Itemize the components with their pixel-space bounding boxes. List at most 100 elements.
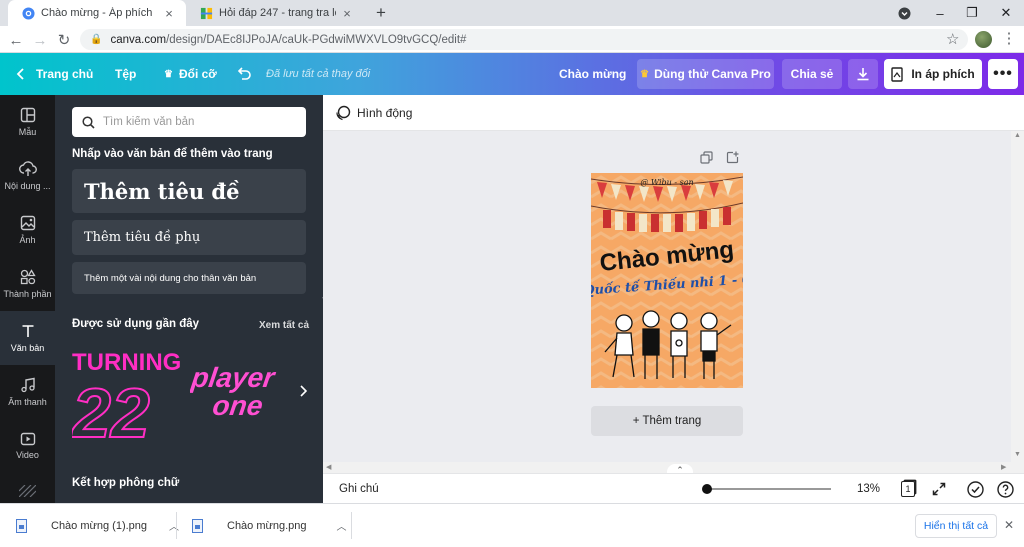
sidebar-item-photos[interactable]: Ảnh xyxy=(0,203,55,257)
sidebar-item-label: Ảnh xyxy=(19,235,36,245)
fullscreen-icon xyxy=(932,482,946,496)
close-tab-icon[interactable]: × xyxy=(340,6,354,21)
add-heading-button[interactable]: Thêm tiêu đề xyxy=(72,169,306,213)
page-count-button[interactable]: 1 xyxy=(901,474,915,504)
show-all-downloads-button[interactable]: Hiển thị tất cả xyxy=(915,514,997,538)
recent-style-line: TURNING xyxy=(72,349,181,376)
print-poster-button[interactable]: In áp phích xyxy=(884,59,982,89)
share-button[interactable]: Chia sẻ xyxy=(782,59,842,89)
chevron-up-icon[interactable]: ︿ xyxy=(337,518,347,533)
notes-button[interactable]: Ghi chú xyxy=(339,474,379,504)
see-all-link[interactable]: Xem tất cả xyxy=(259,320,309,331)
tab-title: Chào mừng - Áp phích xyxy=(41,7,153,19)
scroll-left-icon[interactable]: ◀ xyxy=(326,463,331,471)
sidebar-item-label: Văn bản xyxy=(10,343,45,353)
search-box[interactable] xyxy=(72,107,306,137)
poster-page[interactable]: @ Wibu - san Chào mừng Quốc tế Thiếu nhi… xyxy=(591,173,743,388)
try-pro-button[interactable]: ♛ Dùng thử Canva Pro xyxy=(637,59,774,89)
minimize-button[interactable]: – xyxy=(924,0,956,26)
scroll-right-icon[interactable]: ▶ xyxy=(1001,463,1006,471)
add-body-text-button[interactable]: Thêm một vài nội dung cho thân văn bản xyxy=(72,262,306,294)
scroll-up-icon[interactable]: ▲ xyxy=(1014,132,1021,139)
browser-tab-hoidap[interactable]: Hỏi đáp 247 - trang tra loi × xyxy=(186,0,364,26)
close-tab-icon[interactable]: × xyxy=(162,6,176,21)
vertical-scrollbar[interactable]: ▲ ▼ xyxy=(1011,131,1024,473)
resize-button[interactable]: ♛ Đổi cỡ xyxy=(164,53,217,95)
add-subheading-button[interactable]: Thêm tiêu đề phụ xyxy=(72,220,306,255)
forward-arrow-icon[interactable]: → xyxy=(30,30,50,50)
duplicate-page-icon[interactable] xyxy=(700,151,713,164)
sidebar-item-uploads[interactable]: Nội dung ... xyxy=(0,149,55,203)
back-arrow-icon[interactable]: ← xyxy=(6,30,26,50)
check-button[interactable] xyxy=(967,474,984,504)
close-download-shelf-icon[interactable]: ✕ xyxy=(1004,518,1014,532)
design-title[interactable]: Chào mừng xyxy=(559,53,626,95)
zoom-percent[interactable]: 13% xyxy=(857,474,880,504)
browser-menu-icon[interactable]: ⋮ xyxy=(1000,29,1018,47)
download-button[interactable] xyxy=(848,59,878,89)
browser-tab-canva[interactable]: Chào mừng - Áp phích × xyxy=(8,0,186,26)
player-one-preview: player one xyxy=(190,362,279,421)
sidebar-item-label: Mẫu xyxy=(18,127,37,137)
crown-icon: ♛ xyxy=(164,68,173,80)
more-options-button[interactable]: ••• xyxy=(988,59,1018,89)
sidebar-item-audio[interactable]: Âm thanh xyxy=(0,365,55,419)
file-menu-button[interactable]: Tệp xyxy=(115,53,136,95)
save-status: Đã lưu tất cả thay đổi xyxy=(266,68,371,80)
search-input[interactable] xyxy=(103,116,293,128)
animate-icon xyxy=(336,105,351,120)
window-close-button[interactable]: ✕ xyxy=(990,0,1022,26)
upload-icon xyxy=(18,161,37,176)
scroll-down-icon[interactable]: ▼ xyxy=(1014,451,1021,458)
poster-author: @ Wibu - san xyxy=(640,178,693,187)
zoom-slider[interactable] xyxy=(707,488,831,490)
zoom-slider-handle[interactable] xyxy=(702,484,712,494)
crown-icon: ♛ xyxy=(640,68,650,80)
sidebar-item-label: Thành phần xyxy=(3,289,52,299)
recent-style-player-one[interactable]: player one xyxy=(190,355,306,425)
canva-favicon-icon xyxy=(22,6,35,20)
new-tab-button[interactable]: + xyxy=(372,4,390,22)
print-label: In áp phích xyxy=(911,67,975,81)
download-filename: Chào mừng (1).png xyxy=(51,519,148,532)
home-link[interactable]: Trang chủ xyxy=(16,53,93,95)
download-shelf: Chào mừng (1).png ︿ Chào mừng.png ︿ Hiển… xyxy=(0,503,1024,546)
address-bar-row: ← → ↻ 🔒 canva.com/design/DAEc8IJPoJA/caU… xyxy=(0,26,1024,53)
lock-icon: 🔒 xyxy=(90,34,103,45)
download-item[interactable]: Chào mừng (1).png ︿ xyxy=(16,504,179,547)
text-icon xyxy=(22,325,33,337)
elements-icon xyxy=(20,269,36,285)
sidebar-item-templates[interactable]: Mẫu xyxy=(0,95,55,149)
help-button[interactable] xyxy=(997,474,1014,504)
reload-icon[interactable]: ↻ xyxy=(54,30,74,50)
bookmark-star-icon[interactable]: ☆ xyxy=(946,30,959,48)
sidebar-item-label: Âm thanh xyxy=(8,397,47,407)
sidebar-item-elements[interactable]: Thành phần xyxy=(0,257,55,311)
recent-style-line: one xyxy=(211,390,265,421)
click-to-add-heading: Nhấp vào văn bản để thêm vào trang xyxy=(72,148,273,160)
chevron-left-icon xyxy=(16,68,24,80)
add-page-button[interactable]: + Thêm trang xyxy=(591,406,743,436)
url-field[interactable]: 🔒 canva.com/design/DAEc8IJPoJA/caUk-PGdw… xyxy=(80,29,968,50)
try-pro-label: Dùng thử Canva Pro xyxy=(654,67,771,81)
tab-search-icon[interactable] xyxy=(898,7,911,20)
undo-button[interactable] xyxy=(236,53,252,95)
recent-style-turning-22[interactable]: TURNING 22 xyxy=(72,345,190,445)
download-item[interactable]: Chào mừng.png ︿ xyxy=(192,504,347,547)
video-icon xyxy=(20,432,35,446)
chevron-up-icon[interactable]: ︿ xyxy=(169,518,179,533)
audio-icon xyxy=(20,377,35,393)
profile-avatar[interactable] xyxy=(975,31,992,48)
browser-tab-strip: Chào mừng - Áp phích × Hỏi đáp 247 - tra… xyxy=(0,0,1024,26)
add-page-icon[interactable] xyxy=(726,151,739,164)
background-pattern-icon[interactable] xyxy=(19,485,36,497)
animate-button[interactable]: Hình động xyxy=(335,105,412,121)
download-icon xyxy=(857,68,869,81)
image-file-icon xyxy=(16,518,27,533)
resize-label: Đổi cỡ xyxy=(178,67,217,81)
restore-button[interactable]: ❐ xyxy=(956,0,988,26)
sidebar-item-text[interactable]: Văn bản xyxy=(0,311,55,365)
sidebar-item-video[interactable]: Video xyxy=(0,419,55,473)
chevron-right-icon[interactable] xyxy=(299,385,307,397)
fullscreen-button[interactable] xyxy=(932,474,946,504)
